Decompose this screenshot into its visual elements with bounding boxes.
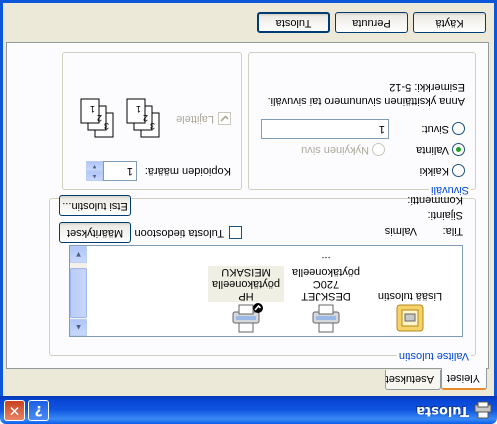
tab-strip: Yleiset Asetukset xyxy=(3,367,487,396)
copies-spinner[interactable]: ▲ ▼ xyxy=(86,161,103,181)
page-range-group: Sivuväli Kaikki Valinta Nykyinen sivu Si… xyxy=(248,52,476,196)
radio-selection-label[interactable]: Valinta xyxy=(416,144,449,156)
radio-all[interactable] xyxy=(452,164,465,177)
page-range-example: Esimerkki: 5-12 xyxy=(389,81,465,93)
print-dialog: Tulosta ? ✕ Yleiset Asetukset Valitse tu… xyxy=(0,0,497,424)
page-num: 1 xyxy=(136,104,141,114)
window-frame: Yleiset Asetukset Valitse tulostin ▲ ▼ L… xyxy=(0,0,497,396)
radio-pages[interactable] xyxy=(452,122,465,135)
preferences-button[interactable]: Määritykset xyxy=(59,222,131,243)
scroll-down-button[interactable]: ▼ xyxy=(70,246,87,263)
page-num: 3 xyxy=(104,121,109,131)
printer-icon xyxy=(312,304,340,333)
status-label: Tila: xyxy=(442,225,463,237)
printer-name-line1: DESKJET 720C xyxy=(301,278,351,302)
spin-down-button[interactable]: ▼ xyxy=(86,161,103,171)
page-num: 2 xyxy=(97,113,102,123)
window-title: Tulosta xyxy=(416,403,469,418)
tab-general[interactable]: Yleiset xyxy=(441,368,487,390)
select-printer-group: Valitse tulostin ▲ ▼ Lisää tulostin DESK… xyxy=(49,194,476,362)
radio-selection[interactable] xyxy=(452,143,465,156)
tab-panel: Valitse tulostin ▲ ▼ Lisää tulostin DESK… xyxy=(6,42,489,369)
radio-all-label[interactable]: Kaikki xyxy=(420,165,449,177)
printer-name-line2: pöytäkoneella ... xyxy=(292,254,360,278)
printer-default-icon xyxy=(232,303,263,333)
status-value: Valmis xyxy=(384,225,417,237)
apply-button[interactable]: Käytä xyxy=(413,12,486,33)
list-item-add-printer[interactable]: Lisää tulostin xyxy=(372,290,448,334)
add-printer-icon xyxy=(396,304,424,332)
close-icon: ✕ xyxy=(8,402,21,418)
print-to-file-checkbox[interactable] xyxy=(229,226,242,239)
radio-pages-label[interactable]: Sivut: xyxy=(421,123,449,135)
copies-group: Kopioiden määrä: 1 ▲ ▼ Lajittele 1 2 3 1… xyxy=(62,52,242,190)
page-num: 1 xyxy=(90,104,95,114)
location-label: Sijainti: xyxy=(427,209,463,221)
collate-illustration-icon: 1 2 3 1 2 3 xyxy=(80,98,160,138)
list-item-hp-meisaku[interactable]: HP pöytäkoneella MEISAKU xyxy=(208,266,284,334)
page-range-label: Sivuväli xyxy=(429,184,471,196)
copies-count-input[interactable]: 1 xyxy=(103,161,137,181)
vertical-scrollbar[interactable]: ▲ ▼ xyxy=(70,246,87,336)
radio-current-page[interactable] xyxy=(372,143,385,156)
list-item-deskjet[interactable]: DESKJET 720C pöytäkoneella ... xyxy=(288,254,364,334)
radio-current-page-label[interactable]: Nykyinen sivu xyxy=(301,144,369,156)
pages-input[interactable]: 1 xyxy=(261,119,389,139)
copies-count-label: Kopioiden määrä: xyxy=(144,165,231,177)
tab-settings[interactable]: Asetukset xyxy=(385,370,441,390)
select-printer-label: Valitse tulostin xyxy=(396,350,471,362)
printer-name-line1: HP pöytäkoneella xyxy=(208,278,284,302)
printer-name: Lisää tulostin xyxy=(377,290,443,302)
find-printer-button[interactable]: Etsi tulostin... xyxy=(59,195,131,216)
spin-up-button[interactable]: ▲ xyxy=(86,171,103,181)
print-button[interactable]: Tulosta xyxy=(257,12,330,33)
help-button[interactable]: ? xyxy=(28,400,49,421)
close-button[interactable]: ✕ xyxy=(4,400,25,421)
scroll-thumb[interactable] xyxy=(70,268,87,318)
title-bar[interactable]: Tulosta ? ✕ xyxy=(0,396,497,424)
printer-icon xyxy=(474,401,492,419)
collate-checkbox[interactable] xyxy=(218,112,231,125)
print-to-file-label[interactable]: Tulosta tiedostoon xyxy=(135,227,224,239)
scroll-up-button[interactable]: ▲ xyxy=(70,319,87,336)
printer-list[interactable]: ▲ ▼ Lisää tulostin DESKJET 720C pöytäkon… xyxy=(69,245,463,337)
page-num: 2 xyxy=(143,113,148,123)
page-range-hint: Anna yksittäinen sivunumero tai sivuväli… xyxy=(267,95,465,107)
collate-label[interactable]: Lajittele xyxy=(176,113,214,125)
page-num: 3 xyxy=(150,121,155,131)
check-icon xyxy=(220,115,229,122)
printer-name-line2: MEISAKU xyxy=(208,266,284,278)
dialog-body: Yleiset Asetukset Valitse tulostin ▲ ▼ L… xyxy=(3,3,494,396)
cancel-button[interactable]: Peruuta xyxy=(335,12,408,33)
